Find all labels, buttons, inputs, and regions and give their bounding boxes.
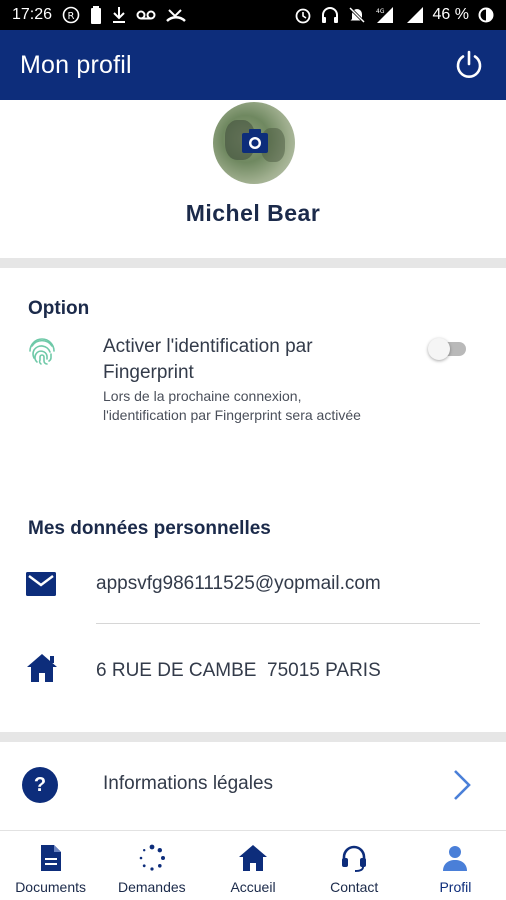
missed-call-icon	[166, 7, 186, 23]
legal-info-row[interactable]: ? Informations légales	[0, 742, 506, 830]
home-icon	[239, 845, 267, 871]
profile-name: Michel Bear	[185, 200, 321, 226]
email-value: appsvfg986111525@yopmail.com	[96, 573, 381, 594]
address-value: 6 RUE DE CAMBE 75015 PARIS	[96, 660, 381, 681]
section-divider	[0, 258, 506, 268]
r-circle-icon: R	[62, 6, 80, 24]
headset-icon	[342, 845, 367, 872]
home-icon	[27, 654, 57, 682]
download-icon	[112, 6, 126, 24]
nav-accueil[interactable]: Accueil	[202, 831, 303, 900]
nav-accueil-label: Accueil	[230, 879, 276, 895]
bottom-nav: Documents Demandes Accueil Contact Profi…	[0, 830, 506, 900]
user-icon	[443, 846, 468, 871]
svg-text:R: R	[68, 11, 75, 22]
page-title: Mon profil	[20, 50, 132, 79]
section-divider	[0, 732, 506, 742]
fingerprint-toggle[interactable]	[428, 338, 466, 360]
nav-profil[interactable]: Profil	[405, 831, 506, 900]
profile-header: Michel Bear	[0, 100, 506, 258]
nav-documents-label: Documents	[15, 879, 86, 895]
help-icon: ?	[22, 767, 58, 803]
nav-contact-label: Contact	[330, 879, 379, 895]
battery-saver-icon	[90, 6, 102, 24]
status-time: 17:26	[12, 6, 53, 23]
alarm-icon	[294, 6, 312, 24]
document-icon	[40, 845, 61, 871]
camera-icon	[242, 129, 268, 153]
logout-button[interactable]	[452, 48, 486, 82]
nav-contact[interactable]: Contact	[304, 831, 405, 900]
signal-icon	[406, 6, 424, 24]
signal-4g-icon: 4G	[375, 6, 397, 24]
option-section-title: Option	[28, 298, 90, 319]
svg-text:4G: 4G	[376, 8, 385, 15]
personal-section-title: Mes données personnelles	[28, 518, 271, 539]
nav-demandes-label: Demandes	[117, 879, 186, 895]
mute-bell-icon	[348, 6, 366, 24]
headphones-icon	[321, 6, 339, 24]
spinner-icon	[139, 844, 165, 871]
nav-documents[interactable]: Documents	[0, 831, 101, 900]
nav-demandes[interactable]: Demandes	[101, 831, 202, 900]
fingerprint-description: Lors de la prochaine connexion, l'identi…	[103, 388, 361, 423]
legal-info-label: Informations légales	[103, 773, 274, 794]
battery-percent: 46 %	[432, 6, 469, 23]
voicemail-icon	[136, 8, 156, 22]
status-bar: 17:26 R 4G 46 %	[0, 0, 506, 30]
fingerprint-icon	[29, 338, 55, 365]
fingerprint-label: Activer l'identification par Fingerprint	[103, 336, 313, 383]
row-divider	[96, 623, 480, 624]
battery-icon	[478, 7, 494, 23]
avatar[interactable]	[213, 102, 295, 184]
power-icon	[456, 50, 482, 78]
nav-profil-label: Profil	[439, 879, 472, 895]
toggle-knob	[428, 338, 450, 360]
chevron-right-icon	[454, 770, 471, 800]
mail-icon	[26, 572, 56, 596]
app-bar: Mon profil	[0, 30, 506, 100]
